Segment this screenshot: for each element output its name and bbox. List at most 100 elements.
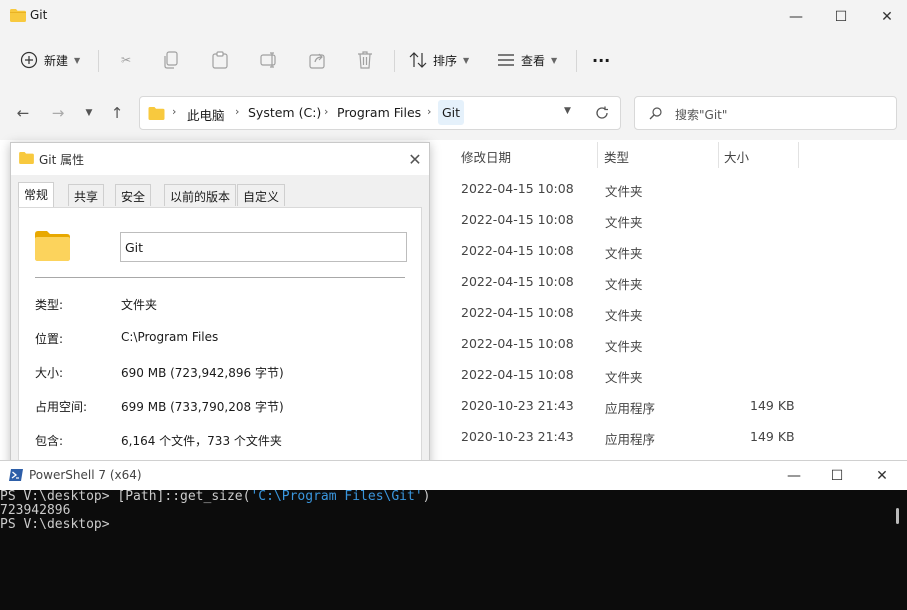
- section-divider: [35, 277, 405, 278]
- forward-arrow-icon[interactable]: →: [45, 100, 71, 126]
- maximize-button[interactable]: ☐: [818, 0, 864, 34]
- terminal-output[interactable]: PS V:\desktop> [Path]::get_size('C:\Prog…: [0, 490, 887, 610]
- column-header-size[interactable]: 大小: [724, 147, 749, 166]
- sort-label: 排序: [433, 53, 458, 68]
- up-arrow-icon[interactable]: ↑: [104, 100, 130, 126]
- powershell-icon: [9, 469, 23, 481]
- table-row[interactable]: 2022-04-15 10:08 文件夹: [440, 270, 900, 296]
- dialog-close-icon[interactable]: ✕: [403, 147, 427, 171]
- size-value: 690 MB (723,942,896 字节): [121, 366, 284, 380]
- breadcrumb-git[interactable]: Git: [438, 100, 465, 125]
- row-type: 文件夹: [605, 215, 643, 230]
- back-arrow-icon[interactable]: ←: [10, 100, 36, 126]
- powershell-window: PowerShell 7 (x64) — ☐ ✕ PS V:\desktop> …: [0, 460, 907, 610]
- ps-minimize-button[interactable]: —: [771, 461, 817, 491]
- command-bar: 新建 ▼ ✂ 排序 ▼ 查看 ▼ ···: [0, 34, 907, 86]
- terminal-output-line: 723942896: [0, 503, 71, 518]
- terminal-scrollbar[interactable]: [887, 490, 907, 610]
- breadcrumb-program-files[interactable]: Program Files: [337, 105, 421, 120]
- folder-icon: [19, 152, 34, 164]
- tab-security[interactable]: 安全: [115, 184, 152, 206]
- breadcrumb-system-c[interactable]: System (C:): [248, 105, 321, 120]
- tab-sharing[interactable]: 共享: [68, 184, 105, 206]
- search-box[interactable]: 搜索"Git": [634, 96, 897, 130]
- table-row[interactable]: 2022-04-15 10:08 文件夹: [440, 332, 900, 358]
- breadcrumb-this-pc[interactable]: 此电脑: [187, 105, 225, 124]
- cut-button[interactable]: ✂: [116, 46, 136, 74]
- toolbar-divider: [576, 50, 577, 72]
- ps-close-button[interactable]: ✕: [859, 461, 905, 491]
- copy-button[interactable]: [164, 46, 180, 74]
- tab-customize[interactable]: 自定义: [237, 184, 286, 206]
- share-button[interactable]: [309, 46, 327, 74]
- column-divider[interactable]: [798, 142, 799, 168]
- row-date: 2022-04-15 10:08: [461, 336, 574, 351]
- size-on-disk-label: 占用空间:: [35, 400, 88, 414]
- table-row[interactable]: 2022-04-15 10:08 文件夹: [440, 239, 900, 265]
- refresh-icon[interactable]: [595, 106, 609, 120]
- more-options-button[interactable]: ···: [592, 46, 610, 74]
- breadcrumb-chevron-icon: ›: [172, 105, 177, 118]
- paste-icon: [212, 51, 228, 69]
- location-label: 位置:: [35, 332, 64, 346]
- close-button[interactable]: ✕: [864, 0, 907, 34]
- table-row[interactable]: 2022-04-15 10:08 文件夹: [440, 301, 900, 327]
- location-value: C:\Program Files: [121, 330, 219, 344]
- properties-dialog: Git 属性 ✕ 常规 共享 安全 以前的版本 自定义 类型: 文件夹 位置: …: [10, 142, 430, 477]
- row-date: 2022-04-15 10:08: [461, 212, 574, 227]
- dialog-title: Git 属性: [39, 153, 85, 167]
- folder-icon: [148, 107, 165, 120]
- large-folder-icon: [35, 231, 70, 261]
- delete-button[interactable]: [357, 46, 373, 74]
- table-row[interactable]: 2022-04-15 10:08 文件夹: [440, 177, 900, 203]
- trash-icon: [358, 51, 372, 69]
- column-divider[interactable]: [597, 142, 598, 168]
- tab-general[interactable]: 常规: [18, 182, 55, 208]
- row-type: 文件夹: [605, 277, 643, 292]
- row-date: 2022-04-15 10:08: [461, 274, 574, 289]
- column-header-modified[interactable]: 修改日期: [461, 147, 511, 166]
- command-string-arg: 'C:\Program Files\Git': [250, 489, 423, 504]
- address-history-chevron-icon[interactable]: ▼: [564, 106, 571, 116]
- explorer-titlebar: Git — ☐ ✕: [0, 0, 907, 34]
- search-icon: [649, 107, 662, 120]
- minimize-button[interactable]: —: [773, 0, 819, 34]
- rename-button[interactable]: [260, 46, 280, 74]
- row-type: 应用程序: [605, 401, 656, 416]
- sort-button[interactable]: 排序 ▼: [409, 46, 469, 74]
- table-row[interactable]: 2020-10-23 21:43 应用程序 149 KB: [440, 394, 900, 420]
- window-title: Git: [30, 8, 48, 22]
- table-row[interactable]: 2022-04-15 10:08 文件夹: [440, 363, 900, 389]
- size-label: 大小:: [35, 366, 64, 380]
- new-button[interactable]: 新建 ▼: [20, 46, 80, 74]
- ps-maximize-button[interactable]: ☐: [814, 461, 860, 491]
- row-type: 文件夹: [605, 184, 643, 199]
- general-tab-panel: 类型: 文件夹 位置: C:\Program Files 大小: 690 MB …: [18, 207, 422, 477]
- table-row[interactable]: 2020-10-23 21:43 应用程序 149 KB: [440, 425, 900, 451]
- view-list-icon: [498, 54, 514, 66]
- paste-button[interactable]: [212, 46, 228, 74]
- scissors-icon: ✂: [120, 53, 132, 67]
- recent-locations-chevron-icon[interactable]: ▼: [76, 100, 102, 126]
- tab-previous-versions[interactable]: 以前的版本: [164, 184, 237, 206]
- powershell-titlebar: PowerShell 7 (x64) — ☐ ✕: [0, 460, 907, 490]
- view-button[interactable]: 查看 ▼: [497, 46, 557, 74]
- folder-icon: [10, 9, 26, 22]
- type-value: 文件夹: [121, 298, 158, 312]
- column-divider[interactable]: [718, 142, 719, 168]
- row-date: 2022-04-15 10:08: [461, 305, 574, 320]
- folder-name-input[interactable]: [120, 232, 407, 262]
- table-row[interactable]: 2022-04-15 10:08 文件夹: [440, 208, 900, 234]
- address-bar[interactable]: › 此电脑 › System (C:) › Program Files › Gi…: [139, 96, 621, 130]
- chevron-down-icon: ▼: [74, 55, 81, 65]
- copy-icon: [164, 51, 178, 69]
- breadcrumb-chevron-icon: ›: [324, 105, 329, 118]
- row-type: 文件夹: [605, 246, 643, 261]
- row-date: 2022-04-15 10:08: [461, 367, 574, 382]
- chevron-down-icon: ▼: [463, 55, 470, 65]
- scrollbar-thumb[interactable]: [896, 508, 899, 524]
- column-header-type[interactable]: 类型: [604, 147, 629, 166]
- type-label: 类型:: [35, 298, 64, 312]
- row-type: 文件夹: [605, 308, 643, 323]
- command-end: ): [422, 489, 431, 504]
